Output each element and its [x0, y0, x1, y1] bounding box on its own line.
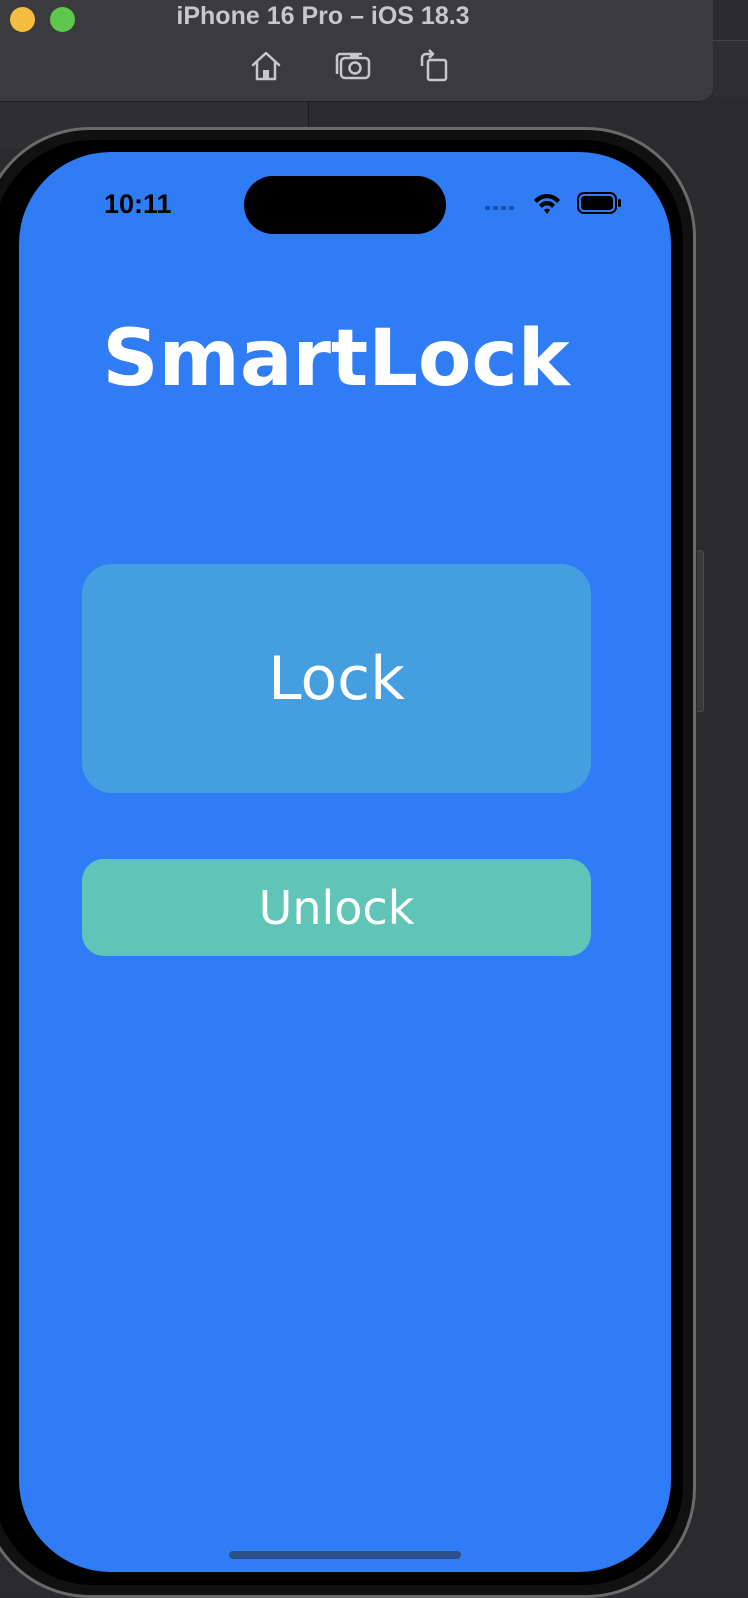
- wifi-icon: [534, 193, 560, 214]
- side-panel-edge: [713, 40, 748, 97]
- rotate-icon[interactable]: [416, 48, 452, 84]
- status-icons: [485, 190, 635, 218]
- screenshot-icon[interactable]: [334, 48, 371, 84]
- home-icon[interactable]: [248, 48, 284, 84]
- app-title: SmartLock: [102, 314, 570, 404]
- simulator-title: iPhone 16 Pro – iOS 18.3: [176, 2, 470, 30]
- unlock-button[interactable]: Unlock: [82, 859, 591, 956]
- battery-icon: [577, 192, 621, 214]
- status-time: 10:11: [104, 189, 172, 219]
- lock-button-label: Lock: [268, 643, 405, 714]
- simulator-titlebar: iPhone 16 Pro – iOS 18.3: [0, 0, 713, 102]
- dynamic-island: [244, 176, 446, 234]
- phone-screen: 10:11 SmartLock Lock Unlock: [19, 152, 671, 1572]
- desktop: iPhone 16 Pro – iOS 18.3 10:11 SmartLock…: [0, 0, 748, 1598]
- side-button-handle: [697, 550, 704, 712]
- home-indicator[interactable]: [229, 1551, 461, 1559]
- cellular-icon: [485, 206, 514, 210]
- unlock-button-label: Unlock: [258, 880, 415, 935]
- lock-button[interactable]: Lock: [82, 564, 591, 793]
